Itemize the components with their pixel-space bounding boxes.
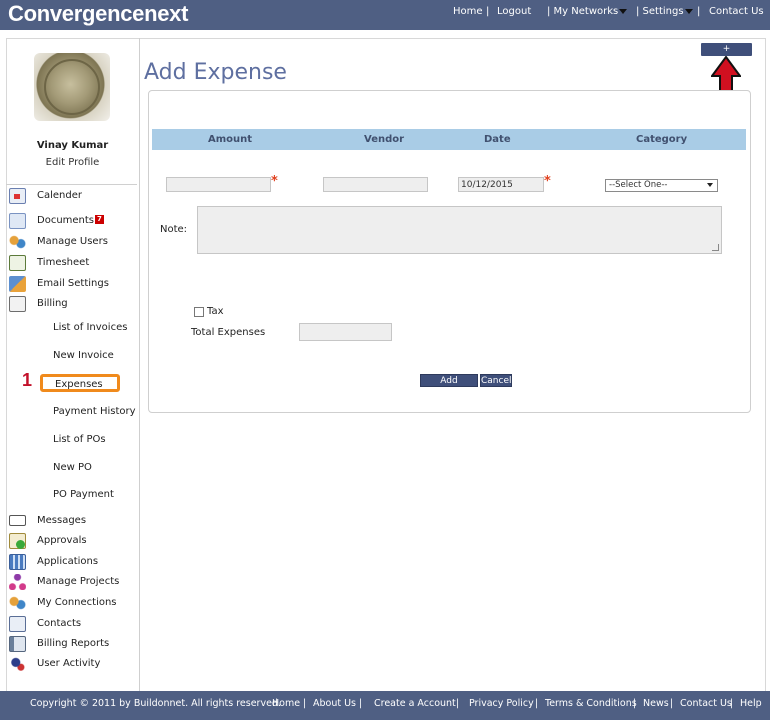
contacts-book-icon xyxy=(9,616,26,632)
amount-input[interactable] xyxy=(166,177,271,192)
page-title: Add Expense xyxy=(144,60,287,85)
sidebar-subitem-expenses[interactable]: Expenses xyxy=(40,374,120,392)
nav-home-link[interactable]: Home xyxy=(453,6,483,17)
footer-link-contact[interactable]: Contact Us xyxy=(680,698,732,709)
column-header-category: Category xyxy=(636,134,688,145)
footer: Copyright © 2011 by Buildonnet. All righ… xyxy=(0,691,770,720)
sidebar: Vinay Kumar Edit Profile Calender Docume… xyxy=(6,38,140,691)
footer-link-privacy[interactable]: Privacy Policy xyxy=(469,698,534,709)
footer-link-news[interactable]: News xyxy=(643,698,669,709)
reports-icon xyxy=(9,636,26,652)
envelope-icon xyxy=(9,515,26,526)
nav-separator: | xyxy=(486,6,490,17)
sidebar-subitem-label: Expenses xyxy=(55,379,103,390)
cancel-button[interactable]: Cancel xyxy=(480,374,512,387)
column-header-amount: Amount xyxy=(208,134,253,145)
footer-link-about[interactable]: About Us xyxy=(313,698,356,709)
edit-profile-link[interactable]: Edit Profile xyxy=(6,157,139,168)
sidebar-item-label: Email Settings xyxy=(37,278,109,289)
project-tree-icon xyxy=(9,574,26,590)
nav-my-networks-label: | My Networks xyxy=(547,6,619,17)
approval-check-icon xyxy=(9,533,26,549)
footer-separator: | xyxy=(670,698,674,709)
vendor-input[interactable] xyxy=(323,177,428,192)
coin-image xyxy=(44,59,100,115)
chevron-down-icon xyxy=(619,8,628,14)
tax-label: Tax xyxy=(207,306,224,317)
footer-separator: | xyxy=(359,698,363,709)
sidebar-item-label: Calender xyxy=(37,190,82,201)
footer-link-create-account[interactable]: Create a Account xyxy=(374,698,456,709)
nav-separator: | xyxy=(697,6,701,17)
footer-link-terms[interactable]: Terms & Conditions xyxy=(545,698,637,709)
sidebar-subitem-list-of-pos[interactable]: List of POs xyxy=(53,434,106,445)
footer-link-help[interactable]: Help xyxy=(740,698,762,709)
footer-separator: | xyxy=(633,698,637,709)
sidebar-subitem-new-po[interactable]: New PO xyxy=(53,462,92,473)
sidebar-item-label: Billing Reports xyxy=(37,638,110,649)
sidebar-item-label: Timesheet xyxy=(37,257,90,268)
email-settings-icon xyxy=(9,276,26,292)
column-header-date: Date xyxy=(484,134,511,145)
annotation-step-1: 1 xyxy=(22,370,33,390)
footer-separator: | xyxy=(456,698,460,709)
footer-separator: | xyxy=(303,698,307,709)
add-expense-button[interactable]: Add Expense xyxy=(420,374,478,399)
date-input[interactable] xyxy=(458,177,544,192)
category-select[interactable]: --Select One-- xyxy=(605,179,718,192)
column-header-vendor: Vendor xyxy=(364,134,405,145)
billing-icon xyxy=(9,296,26,312)
chevron-down-icon xyxy=(684,8,693,14)
documents-label: Documents xyxy=(37,215,95,226)
required-marker: * xyxy=(544,174,551,189)
expense-table-header: Amount Vendor Date Category xyxy=(152,129,746,150)
nav-my-networks-menu[interactable]: | My Networks xyxy=(547,6,628,17)
sidebar-item-label: Manage Projects xyxy=(37,576,120,587)
sidebar-item-label: User Activity xyxy=(37,658,101,669)
sidebar-item-label: Messages xyxy=(37,515,87,526)
copyright-text: Copyright © 2011 by Buildonnet. All righ… xyxy=(30,698,281,709)
calendar-icon xyxy=(9,188,26,204)
category-selected-value: --Select One-- xyxy=(609,180,668,190)
sidebar-item-label: Billing xyxy=(37,298,68,309)
documents-icon xyxy=(9,213,26,229)
avatar[interactable] xyxy=(34,53,110,121)
nav-logout-link[interactable]: Logout xyxy=(497,6,531,17)
sidebar-subitem-po-payment[interactable]: PO Payment xyxy=(53,489,114,500)
total-expenses-label: Total Expenses xyxy=(191,327,266,338)
required-marker: * xyxy=(271,174,278,189)
add-expenses-button[interactable]: + Expenses xyxy=(701,43,752,67)
applications-grid-icon xyxy=(9,554,26,570)
resize-handle-icon[interactable] xyxy=(712,244,719,251)
users-icon xyxy=(9,234,26,250)
brand-logo[interactable]: Convergencenext xyxy=(8,0,188,28)
divider xyxy=(6,184,137,185)
notification-badge: 7 xyxy=(95,215,104,224)
sidebar-item-label: Approvals xyxy=(37,535,87,546)
note-label: Note: xyxy=(160,224,188,235)
timesheet-icon xyxy=(9,255,26,271)
sidebar-subitem-payment-history[interactable]: Payment History xyxy=(53,406,136,417)
sidebar-item-label: My Connections xyxy=(37,597,117,608)
sidebar-item-label: Manage Users xyxy=(37,236,108,247)
total-expenses-field[interactable] xyxy=(299,323,392,341)
user-activity-icon xyxy=(9,656,26,672)
sidebar-item-label: Applications xyxy=(37,556,99,567)
footer-separator: | xyxy=(730,698,734,709)
nav-settings-label: | Settings xyxy=(636,6,684,17)
sidebar-item-label: Documents 7 xyxy=(37,215,104,226)
sidebar-subitem-list-of-invoices[interactable]: List of Invoices xyxy=(53,322,127,333)
chevron-down-icon xyxy=(707,183,713,187)
top-header: Convergencenext Home | Logout | My Netwo… xyxy=(0,0,770,30)
tax-checkbox[interactable] xyxy=(194,307,204,317)
profile-name: Vinay Kumar xyxy=(36,140,109,151)
nav-settings-menu[interactable]: | Settings xyxy=(636,6,693,17)
sidebar-item-label: Contacts xyxy=(37,618,82,629)
note-textarea[interactable] xyxy=(197,206,722,254)
sidebar-subitem-new-invoice[interactable]: New Invoice xyxy=(53,350,114,361)
footer-link-home[interactable]: Home xyxy=(272,698,300,709)
footer-separator: | xyxy=(535,698,539,709)
connections-icon xyxy=(9,595,26,611)
nav-contact-link[interactable]: Contact Us xyxy=(709,6,764,17)
